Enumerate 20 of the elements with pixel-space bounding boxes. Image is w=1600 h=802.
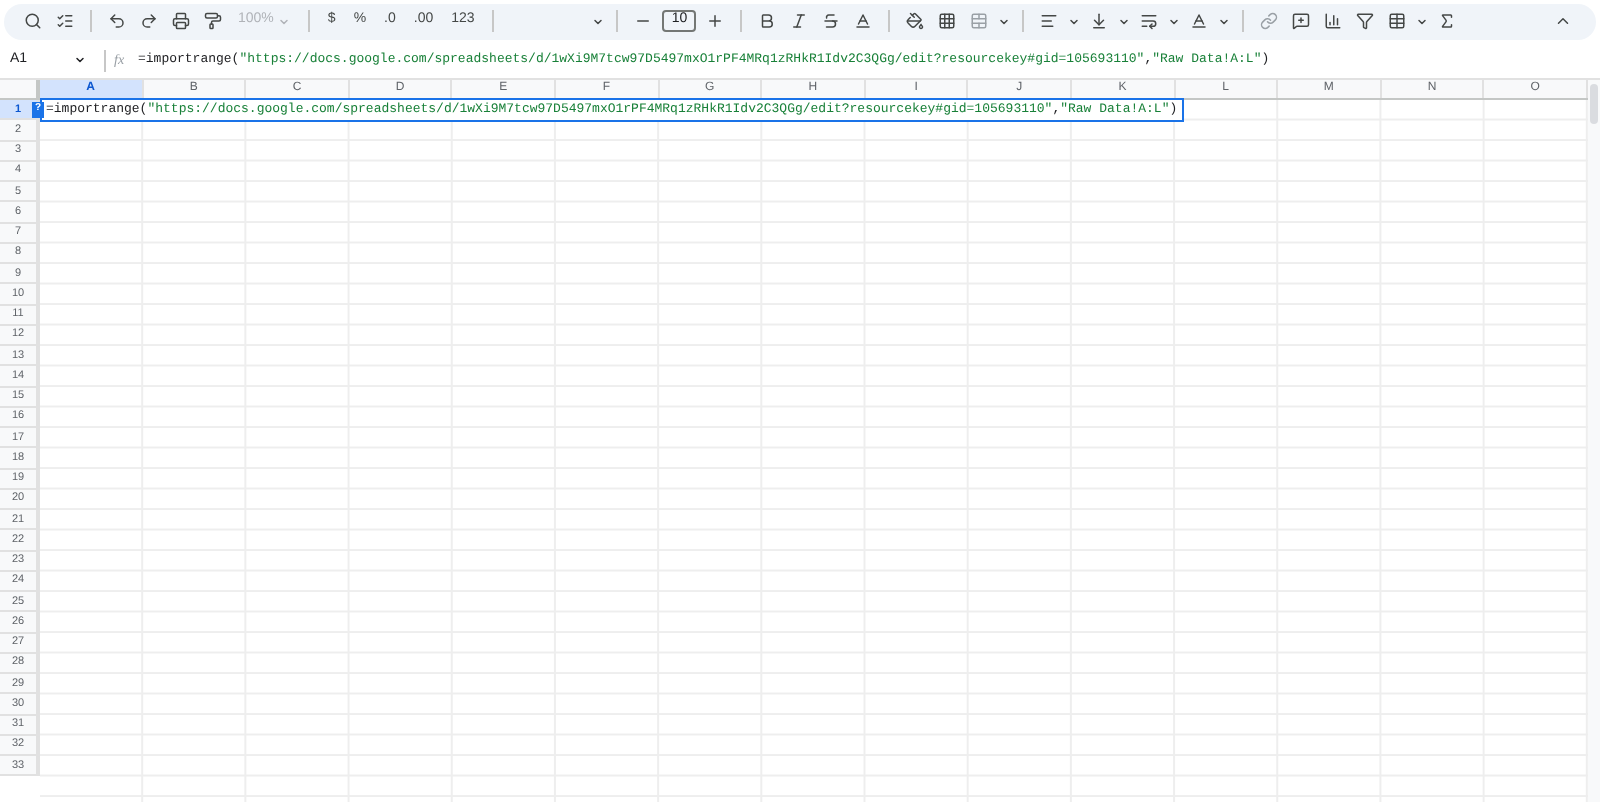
caret-icon [1118,15,1131,27]
printer-icon[interactable] [168,8,194,34]
borders-icon[interactable] [934,8,961,34]
table-icon[interactable] [1384,8,1411,34]
font-caret-icon [592,15,605,27]
redo-icon[interactable] [136,8,162,34]
caret-icon [1416,15,1429,27]
caret-icon [277,15,290,27]
paint-bucket-icon[interactable] [902,8,929,34]
caret-icon [998,15,1011,27]
merge-cells-icon[interactable] [966,8,993,34]
caret-icon [74,54,86,66]
caret-icon [1218,15,1231,27]
filter-icon[interactable] [1352,8,1379,34]
paint-roller-icon[interactable] [200,8,226,34]
caret-icon [1068,15,1081,27]
search-icon[interactable] [20,8,46,34]
undo-icon[interactable] [104,8,130,34]
comment-icon[interactable] [1288,8,1315,34]
caret-icon [1168,15,1181,27]
